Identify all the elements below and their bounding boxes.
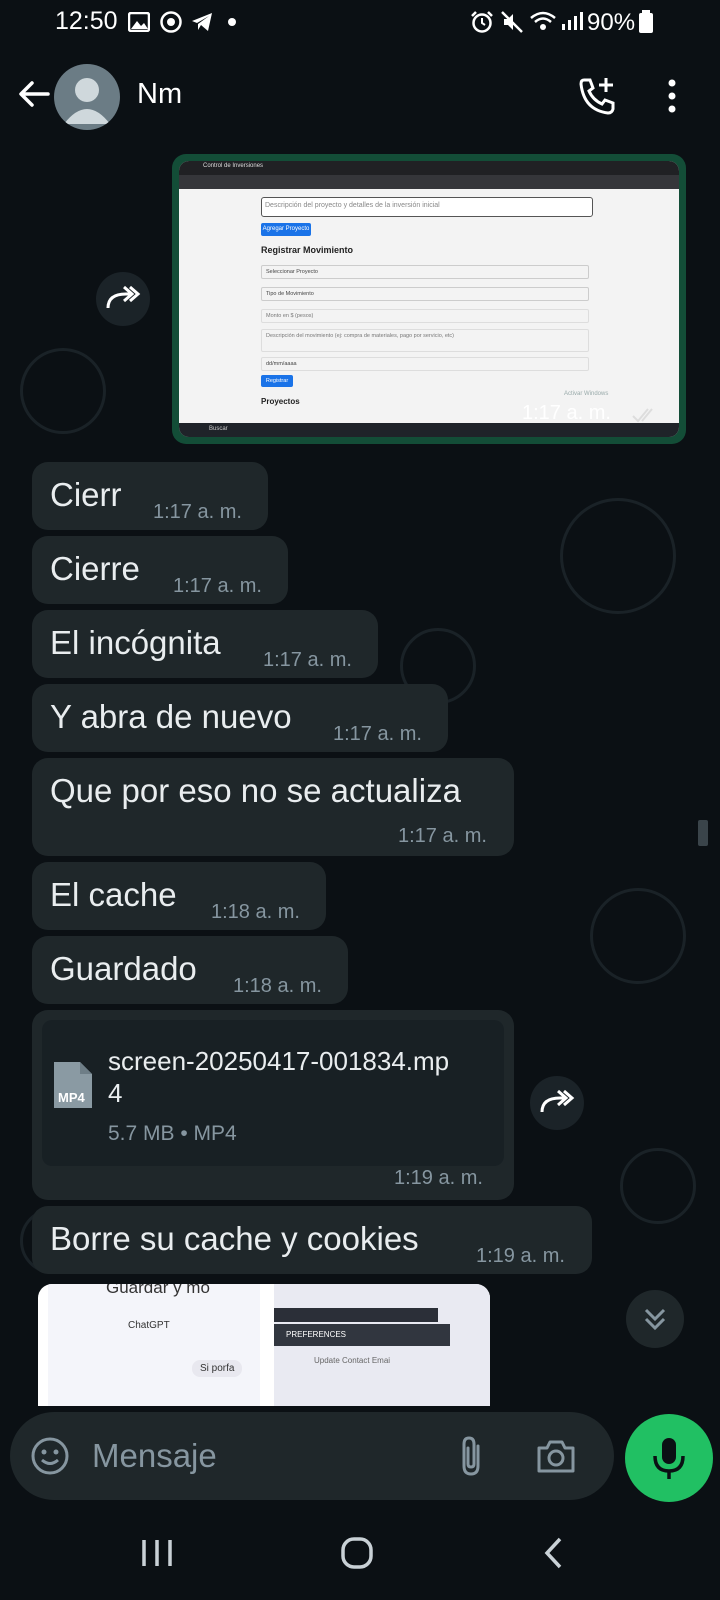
message-time: 1:17 a. m. <box>398 825 487 847</box>
forward-button[interactable] <box>530 1076 584 1130</box>
description-input: Descripción del proyecto y detalles de l… <box>261 197 593 217</box>
movement-type-select: Tipo de Movimiento <box>261 287 589 301</box>
message-text: Guardado <box>50 950 197 987</box>
message-bubble[interactable]: El incógnita 1:17 a. m. <box>32 610 378 678</box>
file-card[interactable]: MP4 screen-20250417-001834.mp 4 5.7 MB •… <box>42 1020 504 1166</box>
message-text: Borre su cache y cookies <box>50 1220 419 1257</box>
taskbar-search: Buscar <box>209 426 228 432</box>
message-bubble[interactable]: Cierre 1:17 a. m. <box>32 536 288 604</box>
message-text: El incógnita <box>50 624 221 661</box>
wallpaper-doodle <box>590 888 686 984</box>
forward-button[interactable] <box>96 272 150 326</box>
gallery-icon <box>128 12 150 32</box>
preview-left-app: ChatGPT <box>128 1320 170 1331</box>
preview-left: Guardar y mo ChatGPT Si porfa <box>48 1284 260 1406</box>
file-name: screen-20250417-001834.mp <box>108 1046 450 1076</box>
status-bar: 12:50 90% <box>0 0 720 46</box>
emoji-icon[interactable] <box>30 1436 70 1476</box>
home-icon[interactable] <box>340 1536 374 1570</box>
preview-right-bar <box>274 1308 438 1322</box>
message-bubble[interactable]: Y abra de nuevo 1:17 a. m. <box>32 684 448 752</box>
movement-desc-input: Descripción del movimiento (ej: compra d… <box>261 329 589 352</box>
more-vert-icon[interactable] <box>664 76 680 116</box>
preview-left-chip: Si porfa <box>192 1360 243 1377</box>
register-button: Registrar <box>261 375 293 387</box>
message-time: 1:18 a. m. <box>211 901 300 923</box>
message-bubble[interactable]: Cierr 1:17 a. m. <box>32 462 268 530</box>
message-text: Cierr <box>50 476 122 513</box>
browser-tabbar: Control de Inversiones <box>179 161 679 175</box>
image-message[interactable]: Control de Inversiones Descripción del p… <box>172 154 686 444</box>
read-ticks-icon <box>632 408 653 423</box>
recents-icon[interactable] <box>140 1538 174 1568</box>
preview-right-section: PREFERENCES <box>274 1324 450 1346</box>
message-time: 1:18 a. m. <box>233 975 322 997</box>
message-text: Que por eso no se actualiza <box>50 772 461 809</box>
contact-name[interactable]: Nm <box>137 78 182 111</box>
image-preview[interactable]: Guardar y mo ChatGPT Si porfa PREFERENCE… <box>38 1284 490 1406</box>
back-nav-icon[interactable] <box>542 1536 564 1570</box>
add-call-icon[interactable] <box>576 74 620 118</box>
preview-right: PREFERENCES Update Contact Emai <box>274 1284 490 1406</box>
avatar[interactable] <box>54 64 120 130</box>
preview-left-title: Guardar y mo <box>106 1284 210 1297</box>
browser-urlbar <box>179 175 679 189</box>
amount-input: Monto en $ (pesos) <box>261 309 589 323</box>
message-input-bar[interactable]: Mensaje <box>10 1412 614 1500</box>
status-time: 12:50 <box>55 7 118 35</box>
system-nav-bar <box>0 1510 720 1600</box>
alarm-icon <box>471 11 493 33</box>
notification-dot-icon <box>228 18 236 26</box>
wallpaper-doodle <box>20 348 106 434</box>
preview-right-item: Update Contact Emai <box>314 1356 391 1365</box>
message-time: 1:19 a. m. <box>476 1245 565 1267</box>
camera-icon[interactable] <box>536 1438 576 1474</box>
mute-icon <box>501 11 523 33</box>
image-time: 1:17 a. m. <box>522 402 611 424</box>
chrome-icon <box>160 11 182 33</box>
battery-icon <box>639 10 653 33</box>
wifi-icon <box>530 11 556 30</box>
file-name-cont: 4 <box>108 1078 123 1108</box>
message-text: Cierre <box>50 550 140 587</box>
add-project-button: Agregar Proyecto <box>261 223 311 236</box>
message-text: El cache <box>50 876 177 913</box>
mic-icon <box>653 1438 685 1479</box>
file-meta: 5.7 MB • MP4 <box>108 1122 237 1145</box>
browser-screenshot: Control de Inversiones Descripción del p… <box>179 161 679 437</box>
attach-icon[interactable] <box>456 1434 486 1478</box>
file-type-badge: MP4 <box>58 1090 85 1105</box>
message-bubble[interactable]: Borre su cache y cookies 1:19 a. m. <box>32 1206 592 1274</box>
mic-button[interactable] <box>625 1414 713 1502</box>
scroll-down-button[interactable] <box>626 1290 684 1348</box>
wallpaper-doodle <box>560 498 676 614</box>
description-placeholder: Descripción del proyecto y detalles de l… <box>265 202 440 209</box>
message-time: 1:17 a. m. <box>173 575 262 597</box>
scroll-thumb[interactable] <box>698 820 708 846</box>
signal-icon <box>562 12 583 30</box>
double-chevron-down-icon <box>644 1308 666 1331</box>
windows-taskbar: Buscar <box>179 423 679 437</box>
activate-windows-text: Activar Windows <box>564 391 609 397</box>
select-project: Seleccionar Proyecto <box>261 265 589 279</box>
projects-heading: Proyectos <box>261 397 300 406</box>
wallpaper-doodle <box>620 1148 696 1224</box>
register-heading: Registrar Movimiento <box>261 245 354 255</box>
message-text: Y abra de nuevo <box>50 698 292 735</box>
chat-header: Nm <box>0 46 720 149</box>
message-bubble[interactable]: Que por eso no se actualiza 1:17 a. m. <box>32 758 514 856</box>
telegram-icon <box>192 13 212 31</box>
file-message[interactable]: MP4 screen-20250417-001834.mp 4 5.7 MB •… <box>32 1010 514 1200</box>
message-time: 1:17 a. m. <box>153 501 242 523</box>
date-input: dd/mm/aaaa <box>261 357 589 371</box>
message-bubble[interactable]: El cache 1:18 a. m. <box>32 862 326 930</box>
browser-tab: Control de Inversiones <box>203 163 264 169</box>
message-bubble[interactable]: Guardado 1:18 a. m. <box>32 936 348 1004</box>
message-time: 1:17 a. m. <box>333 723 422 745</box>
back-arrow-icon[interactable] <box>14 74 54 114</box>
message-time: 1:17 a. m. <box>263 649 352 671</box>
message-input[interactable]: Mensaje <box>92 1437 217 1475</box>
message-time: 1:19 a. m. <box>394 1167 483 1189</box>
